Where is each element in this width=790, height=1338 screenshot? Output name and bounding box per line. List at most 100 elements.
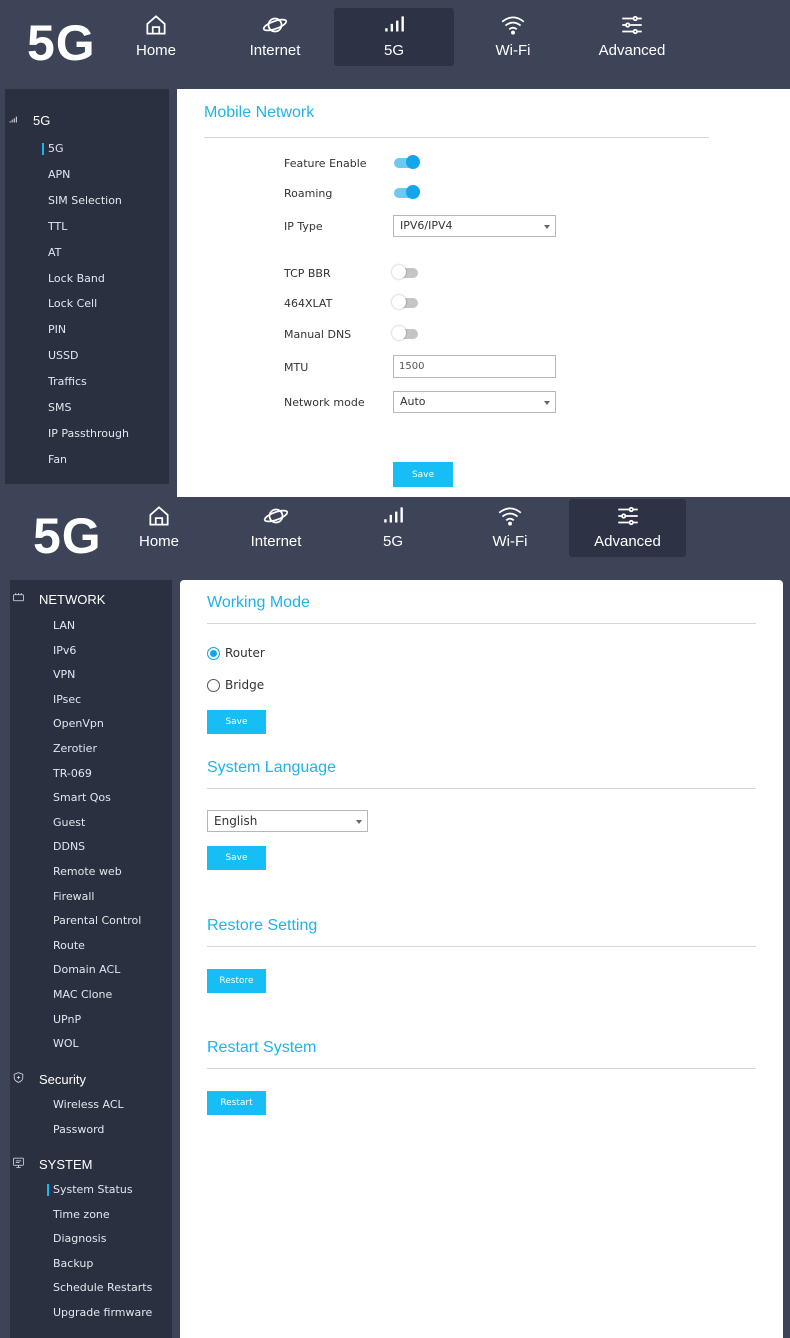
sidebar-heading-security[interactable]: Security (12, 1071, 86, 1087)
sidebar-item-guest[interactable]: Guest (53, 816, 85, 829)
nav-advanced[interactable]: Advanced (569, 499, 686, 557)
working-mode-save-button[interactable]: Save (207, 710, 266, 734)
nav-label: Advanced (598, 42, 666, 59)
sidebar-item-backup[interactable]: Backup (53, 1257, 93, 1270)
wifi-icon (498, 507, 522, 526)
sidebar-item-lock-band[interactable]: Lock Band (48, 272, 105, 285)
sidebar-item-system-status[interactable]: System Status (47, 1183, 133, 1196)
sidebar-item-ussd[interactable]: USSD (48, 349, 79, 362)
nav-label: Internet (250, 533, 302, 550)
sidebar-item-fan[interactable]: Fan (48, 453, 67, 466)
toggle-feature-enable[interactable] (394, 155, 420, 169)
select-ip-type[interactable]: IPV6/IPV4 (393, 215, 556, 237)
sidebar-item-parental-control[interactable]: Parental Control (53, 914, 141, 927)
nav-home[interactable]: Home (96, 8, 216, 66)
sidebar-item-route[interactable]: Route (53, 939, 85, 952)
radio-bridge[interactable] (207, 679, 220, 692)
planet-icon (262, 17, 288, 33)
sidebar-item-tr-069[interactable]: TR-069 (53, 767, 92, 780)
select-network-mode[interactable]: Auto (393, 391, 556, 413)
advanced-settings-panel: Working Mode Router Bridge Save System L… (180, 580, 783, 1338)
sidebar-item-vpn[interactable]: VPN (53, 668, 75, 681)
sidebar-heading-5g[interactable]: 5G (8, 113, 50, 128)
select-language[interactable]: English (207, 810, 368, 832)
sidebar-item-ipsec[interactable]: IPsec (53, 693, 81, 706)
nav-internet[interactable]: Internet (216, 499, 336, 557)
sidebar-heading-label: Security (39, 1071, 86, 1087)
sidebar-item-5g[interactable]: 5G (42, 142, 64, 155)
restore-button[interactable]: Restore (207, 969, 266, 993)
sidebar-heading-network[interactable]: NETWORK (12, 591, 105, 607)
toggle-tcp-bbr[interactable] (392, 265, 418, 279)
nav-advanced[interactable]: Advanced (572, 8, 692, 66)
divider (207, 946, 756, 947)
planet-icon (263, 508, 289, 524)
label-network-mode: Network mode (284, 396, 365, 409)
nav-internet[interactable]: Internet (215, 8, 335, 66)
nav-label: 5G (382, 533, 403, 550)
sidebar-item-mac-clone[interactable]: MAC Clone (53, 988, 112, 1001)
sidebar-item-schedule-restarts[interactable]: Schedule Restarts (53, 1281, 152, 1294)
sidebar-item-pin[interactable]: PIN (48, 323, 66, 336)
sidebar-item-openvpn[interactable]: OpenVpn (53, 717, 104, 730)
restart-button[interactable]: Restart (207, 1091, 266, 1115)
sidebar-item-password[interactable]: Password (53, 1123, 104, 1136)
sidebar-item-lan[interactable]: LAN (53, 619, 75, 632)
nav-5g[interactable]: 5G (334, 8, 454, 66)
nav-5g[interactable]: 5G (333, 499, 453, 557)
sidebar-item-apn[interactable]: APN (48, 168, 70, 181)
radio-label-router: Router (225, 646, 265, 660)
toggle-knob (392, 326, 406, 340)
nav-label: Wi-Fi (495, 42, 531, 59)
toggle-manual-dns[interactable] (392, 326, 418, 340)
toggle-knob (392, 295, 406, 309)
section-title-system-language: System Language (207, 759, 336, 776)
sidebar-heading-label: SYSTEM (39, 1156, 93, 1172)
sidebar-item-remote-web[interactable]: Remote web (53, 865, 122, 878)
sidebar-item-lock-cell[interactable]: Lock Cell (48, 297, 97, 310)
toggle-roaming[interactable] (394, 185, 420, 199)
sidebar-item-zerotier[interactable]: Zerotier (53, 742, 97, 755)
sidebar-item-upgrade-firmware[interactable]: Upgrade firmware (53, 1306, 152, 1319)
sidebar-item-traffics[interactable]: Traffics (48, 375, 87, 388)
toggle-knob (406, 185, 420, 199)
nav-wifi[interactable]: Wi-Fi (453, 8, 573, 66)
nav-label: Internet (249, 42, 301, 59)
brand-logo: 5G (27, 15, 96, 71)
bottom-header: 5G Home Internet 5G Wi-Fi Advanced (0, 497, 790, 579)
sidebar-item-at[interactable]: AT (48, 246, 61, 259)
nav-label: Home (135, 42, 176, 59)
sidebar-item-firewall[interactable]: Firewall (53, 890, 94, 903)
sidebar-item-upnp[interactable]: UPnP (53, 1013, 81, 1026)
toggle-464xlat[interactable] (392, 295, 418, 309)
section-title-working-mode: Working Mode (207, 594, 310, 611)
radio-router[interactable] (207, 647, 220, 660)
sidebar-item-wol[interactable]: WOL (53, 1037, 79, 1050)
sidebar-item-domain-acl[interactable]: Domain ACL (53, 963, 120, 976)
sliders-icon (622, 15, 642, 35)
sidebar-item-ip-passthrough[interactable]: IP Passthrough (48, 427, 129, 440)
mtu-input[interactable] (393, 355, 556, 378)
sidebar-item-ddns[interactable]: DDNS (53, 840, 85, 853)
network-icon (12, 591, 25, 607)
nav-home[interactable]: Home (99, 499, 219, 557)
sidebar-item-diagnosis[interactable]: Diagnosis (53, 1232, 106, 1245)
sidebar-item-time-zone[interactable]: Time zone (53, 1208, 110, 1221)
sidebar-item-ipv6[interactable]: IPv6 (53, 644, 76, 657)
language-save-button[interactable]: Save (207, 846, 266, 870)
sidebar-heading-system[interactable]: SYSTEM (12, 1156, 92, 1172)
nav-wifi[interactable]: Wi-Fi (450, 499, 570, 557)
sidebar-item-sim-selection[interactable]: SIM Selection (48, 194, 122, 207)
sidebar-item-wireless-acl[interactable]: Wireless ACL (53, 1098, 124, 1111)
sidebar-item-sms[interactable]: SMS (48, 401, 71, 414)
section-title-restore-setting: Restore Setting (207, 917, 318, 934)
divider (207, 788, 756, 789)
label-manual-dns: Manual DNS (284, 328, 352, 341)
save-button[interactable]: Save (393, 462, 453, 487)
sidebar-item-smart-qos[interactable]: Smart Qos (53, 791, 111, 804)
sliders-icon (617, 506, 638, 526)
nav-label: 5G (383, 42, 404, 59)
label-tcp-bbr: TCP BBR (284, 267, 331, 280)
sidebar-item-ttl[interactable]: TTL (48, 220, 67, 233)
label-feature-enable: Feature Enable (284, 157, 367, 170)
